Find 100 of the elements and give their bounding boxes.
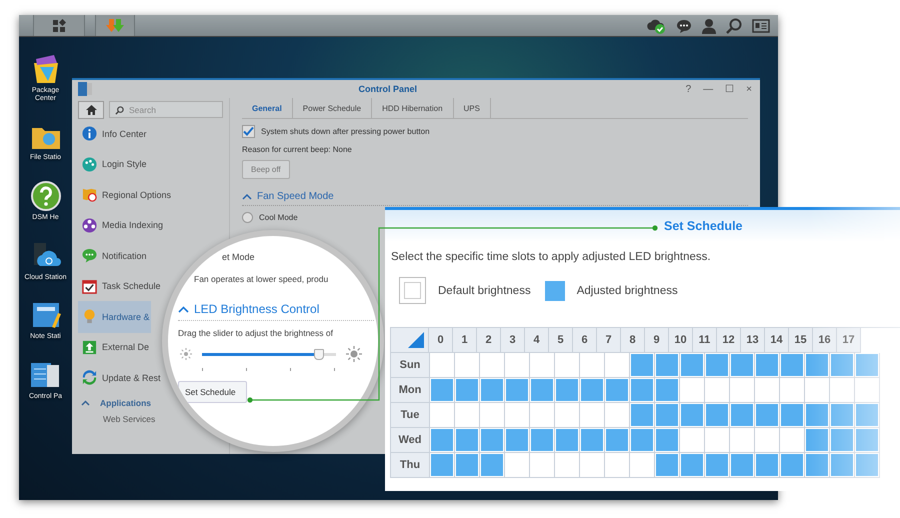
sidebar-item[interactable]: Login Style <box>78 148 148 180</box>
time-slot[interactable] <box>430 403 455 428</box>
time-slot[interactable] <box>655 428 680 453</box>
time-slot[interactable] <box>580 453 605 478</box>
time-slot[interactable] <box>630 403 655 428</box>
time-slot[interactable] <box>555 453 580 478</box>
tab[interactable]: General <box>242 98 293 118</box>
time-slot[interactable] <box>830 453 855 478</box>
cloud-check-icon[interactable] <box>646 18 666 34</box>
sidebar-item[interactable]: External De <box>78 332 150 363</box>
search-icon[interactable] <box>726 18 742 34</box>
download-arrow-button[interactable] <box>95 15 135 36</box>
time-slot[interactable] <box>805 453 830 478</box>
time-slot[interactable] <box>705 428 730 453</box>
time-slot[interactable] <box>455 353 480 378</box>
time-slot[interactable] <box>605 403 630 428</box>
time-slot[interactable] <box>555 378 580 403</box>
window-control-button[interactable]: × <box>744 83 754 95</box>
time-slot[interactable] <box>430 428 455 453</box>
chevron-icon[interactable] <box>178 305 189 313</box>
time-slot[interactable] <box>730 453 755 478</box>
time-slot[interactable] <box>480 453 505 478</box>
time-slot[interactable] <box>780 453 805 478</box>
user-icon[interactable] <box>702 18 716 34</box>
time-slot[interactable] <box>855 403 880 428</box>
tab[interactable]: Power Schedule <box>292 98 372 118</box>
time-slot[interactable] <box>780 378 805 403</box>
window-control-button[interactable]: ? <box>684 83 694 95</box>
time-slot[interactable] <box>680 428 705 453</box>
sidebar-item[interactable]: Task Schedule <box>78 270 162 302</box>
time-slot[interactable] <box>630 353 655 378</box>
time-slot[interactable] <box>855 428 880 453</box>
time-slot[interactable] <box>805 403 830 428</box>
time-slot[interactable] <box>755 353 780 378</box>
time-slot[interactable] <box>455 403 480 428</box>
sidebar-item[interactable]: Regional Options <box>78 179 172 210</box>
time-slot[interactable] <box>655 453 680 478</box>
window-control-button[interactable]: ☐ <box>723 83 736 95</box>
time-slot[interactable] <box>455 378 480 403</box>
time-slot[interactable] <box>505 378 530 403</box>
set-schedule-button[interactable]: Set Schedule <box>178 381 247 403</box>
radio-button[interactable] <box>242 212 253 223</box>
time-slot[interactable] <box>530 453 555 478</box>
time-slot[interactable] <box>730 353 755 378</box>
time-slot[interactable] <box>630 453 655 478</box>
time-slot[interactable] <box>855 378 880 403</box>
time-slot[interactable] <box>830 378 855 403</box>
time-slot[interactable] <box>680 453 705 478</box>
time-slot[interactable] <box>555 428 580 453</box>
beep-off-button[interactable]: Beep off <box>242 160 290 179</box>
time-slot[interactable] <box>530 403 555 428</box>
time-slot[interactable] <box>505 403 530 428</box>
time-slot[interactable] <box>455 428 480 453</box>
time-slot[interactable] <box>755 428 780 453</box>
tab[interactable]: UPS <box>454 98 491 118</box>
window-control-button[interactable]: — <box>701 83 716 95</box>
time-slot[interactable] <box>555 403 580 428</box>
checkbox[interactable] <box>242 125 255 138</box>
time-slot[interactable] <box>430 378 455 403</box>
time-slot[interactable] <box>755 453 780 478</box>
time-slot[interactable] <box>605 378 630 403</box>
sidebar-item[interactable]: Info Center <box>78 118 148 150</box>
chat-icon[interactable] <box>676 18 692 34</box>
time-slot[interactable] <box>830 403 855 428</box>
chevron-icon[interactable] <box>242 193 252 200</box>
sidebar-item[interactable]: Hardware & <box>78 301 151 332</box>
time-slot[interactable] <box>430 353 455 378</box>
time-slot[interactable] <box>605 353 630 378</box>
search-field[interactable]: Search <box>109 101 223 118</box>
time-slot[interactable] <box>655 378 680 403</box>
slider-thumb[interactable] <box>314 348 324 360</box>
time-slot[interactable] <box>480 353 505 378</box>
sidebar-item[interactable]: Update & Rest <box>78 362 162 394</box>
time-slot[interactable] <box>780 353 805 378</box>
time-slot[interactable] <box>605 453 630 478</box>
time-slot[interactable] <box>805 378 830 403</box>
time-slot[interactable] <box>805 428 830 453</box>
time-slot[interactable] <box>555 353 580 378</box>
time-slot[interactable] <box>505 453 530 478</box>
time-slot[interactable] <box>530 378 555 403</box>
time-slot[interactable] <box>730 378 755 403</box>
time-slot[interactable] <box>780 428 805 453</box>
time-slot[interactable] <box>705 353 730 378</box>
time-slot[interactable] <box>580 378 605 403</box>
time-slot[interactable] <box>580 403 605 428</box>
time-slot[interactable] <box>780 403 805 428</box>
time-slot[interactable] <box>705 378 730 403</box>
time-slot[interactable] <box>705 403 730 428</box>
time-slot[interactable] <box>455 453 480 478</box>
time-slot[interactable] <box>630 428 655 453</box>
time-slot[interactable] <box>730 428 755 453</box>
time-slot[interactable] <box>755 378 780 403</box>
time-slot[interactable] <box>505 353 530 378</box>
main-menu-button[interactable] <box>33 15 85 36</box>
question-mark-icon[interactable] <box>30 180 62 212</box>
time-slot[interactable] <box>755 403 780 428</box>
sidebar-section-header[interactable]: Applications <box>78 394 154 412</box>
time-slot[interactable] <box>855 453 880 478</box>
time-slot[interactable] <box>680 378 705 403</box>
time-slot[interactable] <box>630 378 655 403</box>
